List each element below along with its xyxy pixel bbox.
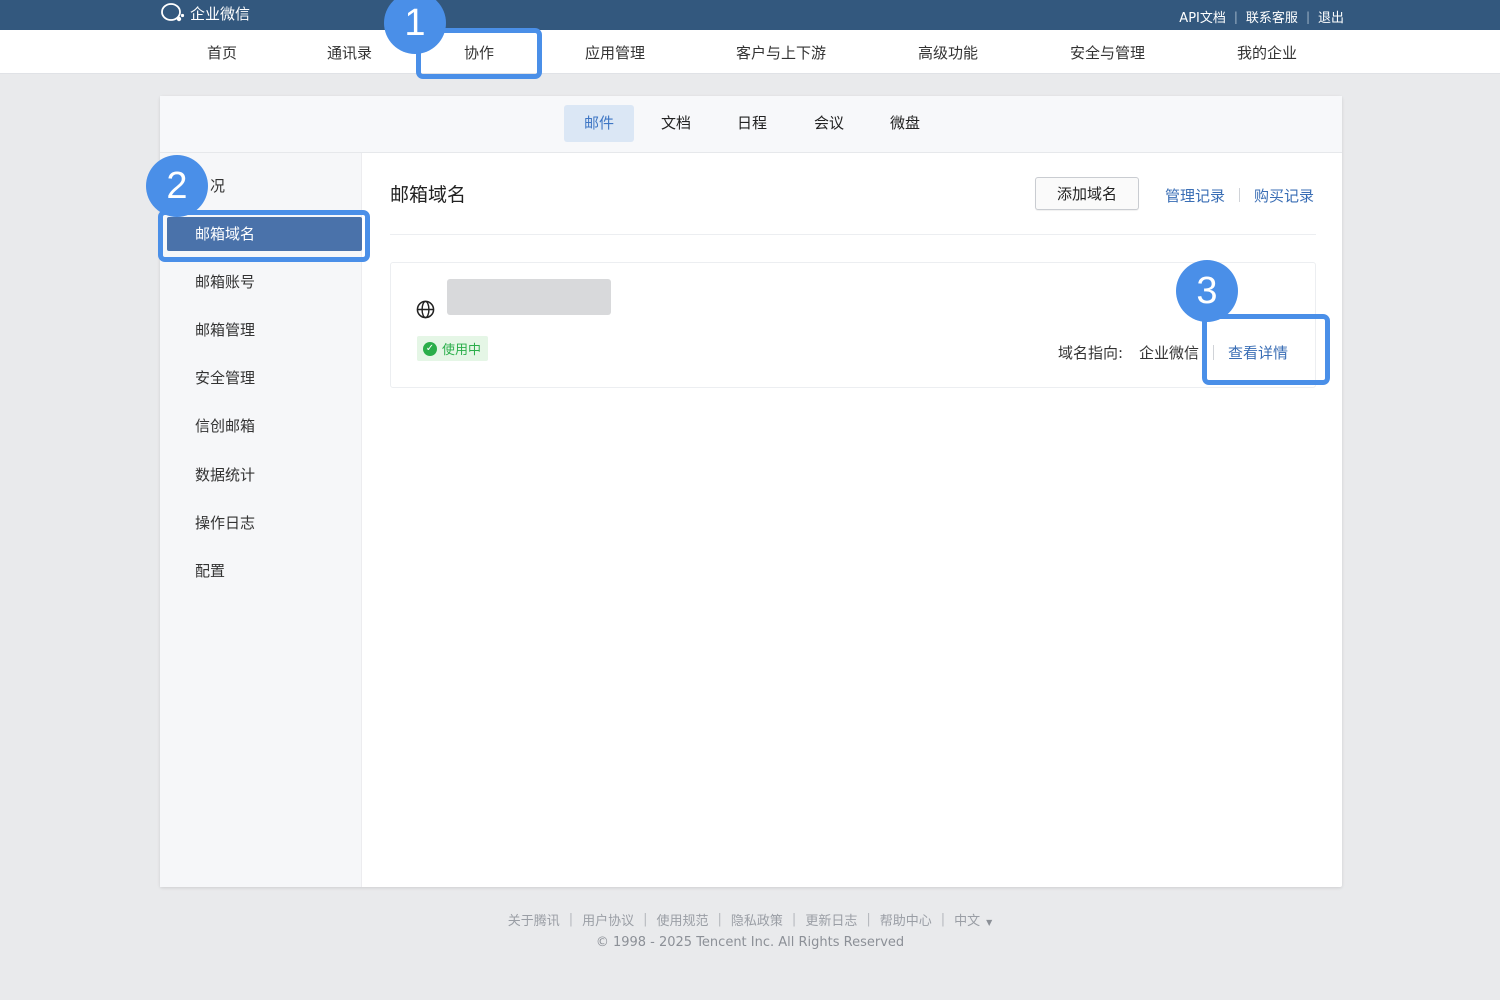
language-label: 中文 <box>954 914 981 929</box>
nav-contacts[interactable]: 通讯录 <box>327 42 372 63</box>
domain-destination-value: 企业微信 <box>1139 344 1200 362</box>
sidebar-item-statistics[interactable]: 数据统计 <box>195 464 255 485</box>
divider: | <box>1305 9 1310 24</box>
tab-schedule[interactable]: 日程 <box>726 105 778 142</box>
sidebar-item-mail-management[interactable]: 邮箱管理 <box>195 319 255 340</box>
tab-meeting[interactable]: 会议 <box>803 105 855 142</box>
page-title: 邮箱域名 <box>390 184 467 206</box>
add-domain-button[interactable]: 添加域名 <box>1035 177 1139 210</box>
tab-mail[interactable]: 邮件 <box>564 105 634 142</box>
sidebar-item-config[interactable]: 配置 <box>195 560 225 581</box>
sub-nav: 邮件 文档 日程 会议 微盘 <box>160 96 1342 153</box>
highlight-box-3 <box>1202 314 1330 385</box>
brand-name: 企业微信 <box>190 4 251 23</box>
nav-advanced[interactable]: 高级功能 <box>918 42 978 63</box>
logout-link[interactable]: 退出 <box>1318 7 1344 26</box>
api-docs-link[interactable]: API文档 <box>1179 7 1226 26</box>
footer-link-about[interactable]: 关于腾讯 <box>508 910 560 929</box>
wecom-logo-icon <box>161 3 185 22</box>
caret-down-icon: ▼ <box>986 918 993 927</box>
check-circle-icon: ✓ <box>423 341 437 356</box>
divider <box>1239 188 1240 202</box>
sidebar-item-mail-accounts[interactable]: 邮箱账号 <box>195 271 255 292</box>
footer-links: 关于腾讯 | 用户协议 | 使用规范 | 隐私政策 | 更新日志 | 帮助中心 … <box>0 910 1500 929</box>
manage-records-link[interactable]: 管理记录 <box>1165 185 1225 206</box>
top-bar: 企业微信 API文档 | 联系客服 | 退出 <box>0 0 1500 30</box>
purchase-records-link[interactable]: 购买记录 <box>1254 185 1314 206</box>
footer-link-privacy[interactable]: 隐私政策 <box>731 910 783 929</box>
nav-home[interactable]: 首页 <box>207 42 237 63</box>
divider: | <box>866 912 871 927</box>
footer: 关于腾讯 | 用户协议 | 使用规范 | 隐私政策 | 更新日志 | 帮助中心 … <box>0 910 1500 950</box>
sidebar: 况 邮箱域名 邮箱账号 邮箱管理 安全管理 信创邮箱 数据统计 操作日志 配置 <box>160 153 362 887</box>
divider: | <box>791 912 797 927</box>
nav-customers[interactable]: 客户与上下游 <box>736 42 826 63</box>
footer-link-changelog[interactable]: 更新日志 <box>805 910 857 929</box>
divider: | <box>940 912 946 927</box>
contact-support-link[interactable]: 联系客服 <box>1246 7 1298 26</box>
brand-logo[interactable]: 企业微信 <box>160 2 250 24</box>
masked-domain-name <box>447 279 611 315</box>
divider: | <box>717 912 722 927</box>
nav-security[interactable]: 安全与管理 <box>1070 42 1145 63</box>
domain-destination-label: 域名指向: <box>1058 344 1124 362</box>
tab-drive[interactable]: 微盘 <box>879 105 931 142</box>
tab-docs[interactable]: 文档 <box>650 105 702 142</box>
divider: | <box>1233 9 1238 24</box>
status-badge: ✓ 使用中 <box>417 336 489 361</box>
nav-app-management[interactable]: 应用管理 <box>585 42 645 63</box>
step-badge-2: 2 <box>146 155 208 217</box>
divider: | <box>568 912 574 927</box>
sidebar-item-overview[interactable]: 况 <box>210 175 225 196</box>
language-select[interactable]: 中文 ▼ <box>954 910 992 929</box>
divider <box>390 234 1316 235</box>
highlight-box-2 <box>158 210 370 262</box>
footer-link-user-agreement[interactable]: 用户协议 <box>582 910 634 929</box>
top-links: API文档 | 联系客服 | 退出 <box>1179 7 1344 27</box>
sidebar-item-xinchuang-mail[interactable]: 信创邮箱 <box>195 415 255 436</box>
footer-link-help[interactable]: 帮助中心 <box>880 910 932 929</box>
status-text: 使用中 <box>442 343 482 358</box>
nav-my-company[interactable]: 我的企业 <box>1237 42 1297 63</box>
sidebar-item-operation-log[interactable]: 操作日志 <box>195 512 255 533</box>
globe-icon <box>416 300 435 319</box>
footer-link-usage-rules[interactable]: 使用规范 <box>657 910 709 929</box>
copyright: © 1998 - 2025 Tencent Inc. All Rights Re… <box>595 935 905 950</box>
sidebar-item-security-management[interactable]: 安全管理 <box>195 367 255 388</box>
step-badge-3: 3 <box>1176 260 1238 322</box>
main-nav: 首页 通讯录 协作 应用管理 客户与上下游 高级功能 安全与管理 我的企业 <box>0 30 1500 74</box>
divider: | <box>643 912 648 927</box>
